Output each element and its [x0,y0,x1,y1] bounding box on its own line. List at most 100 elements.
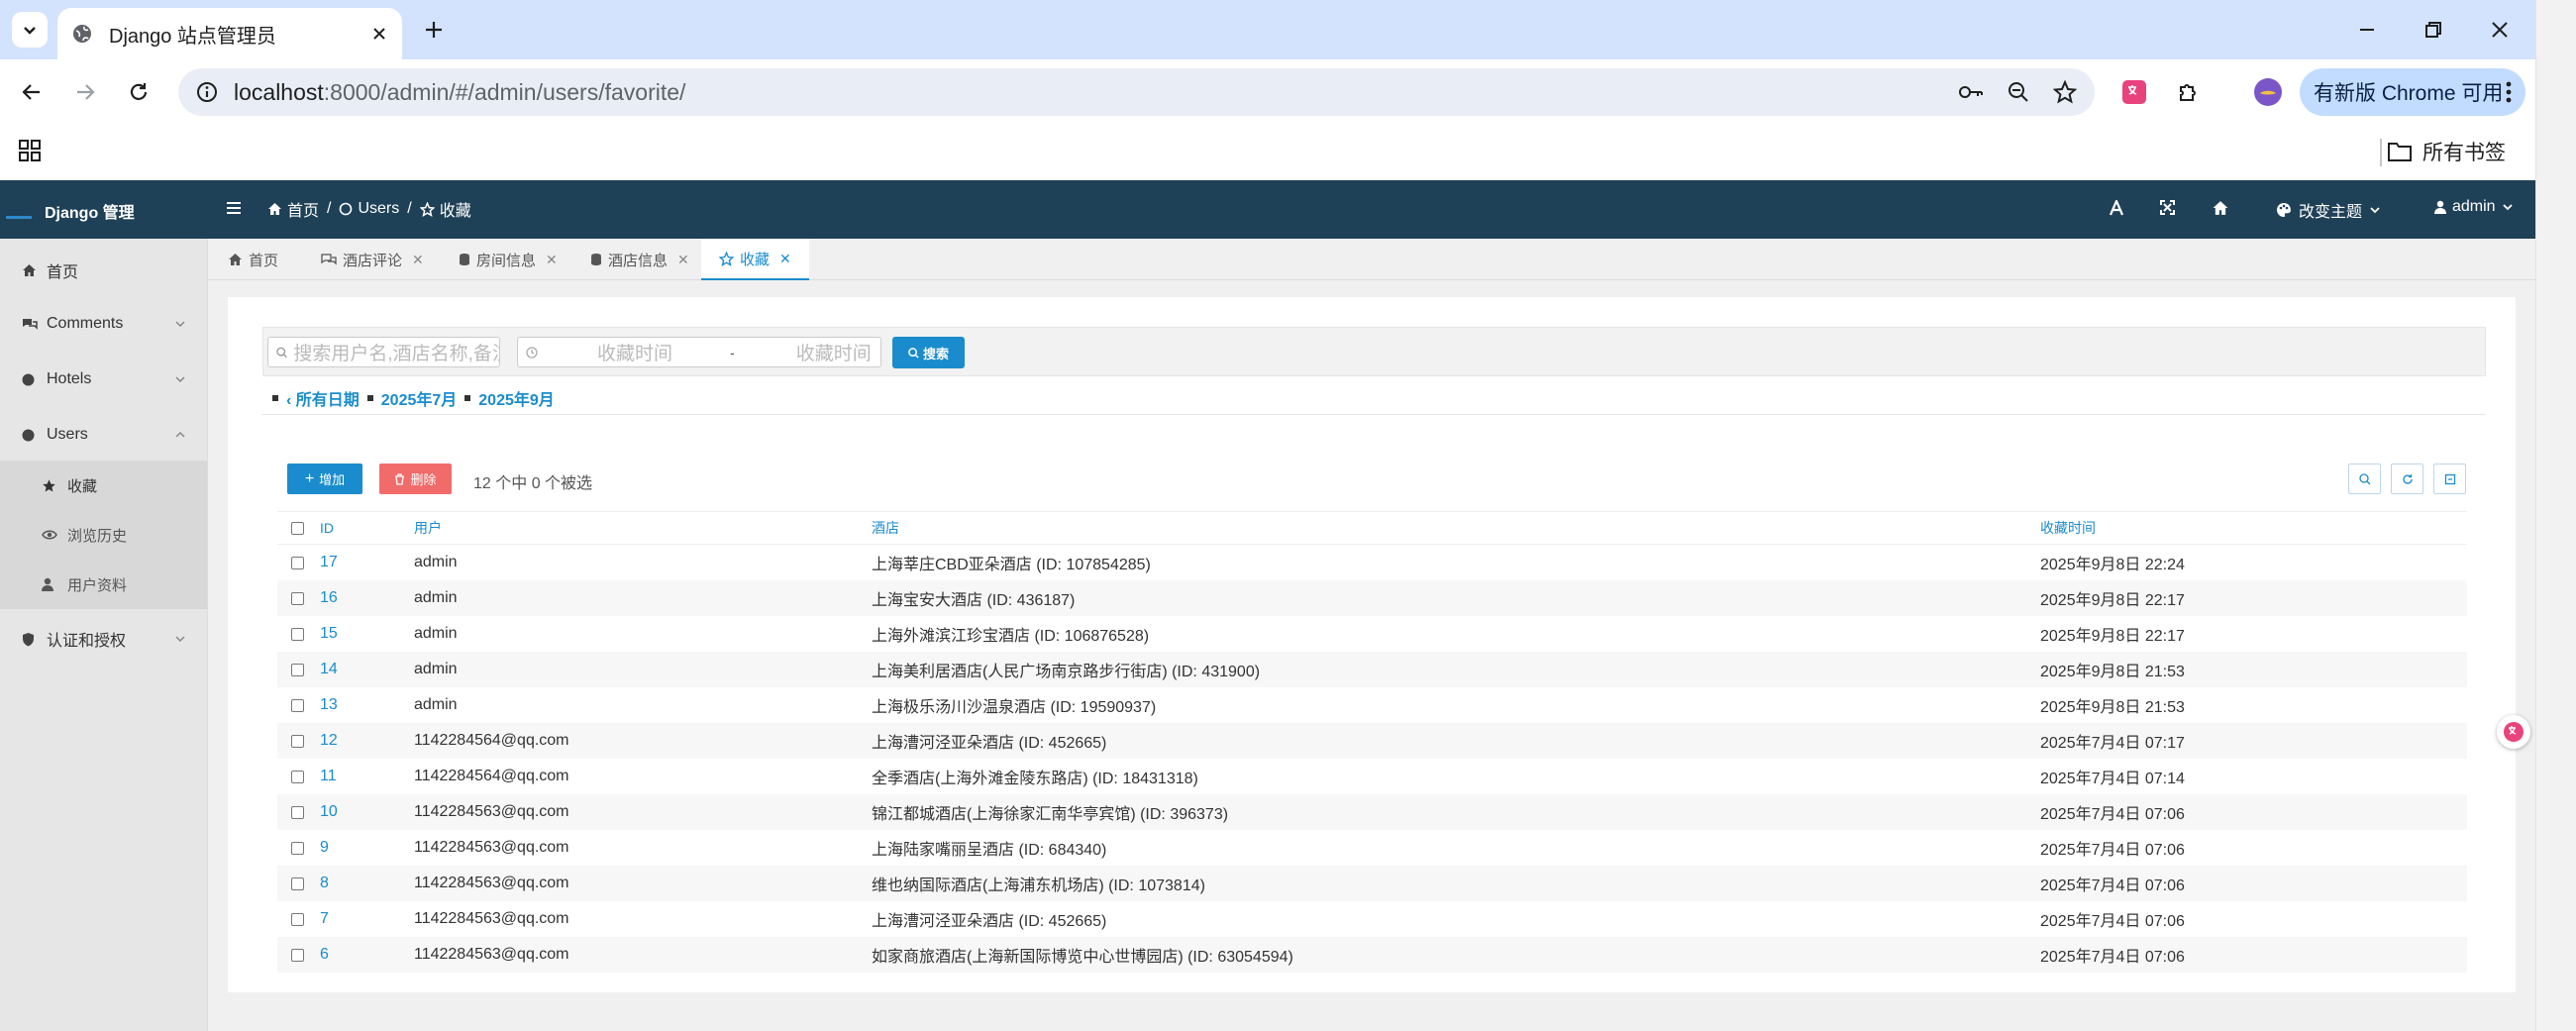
close-icon[interactable] [370,25,388,43]
row-checkbox[interactable] [277,759,317,794]
row-id-link[interactable]: 7 [320,901,329,937]
home-icon [2213,201,2228,215]
row-hotel: 上海漕河泾亚朵酒店 (ID: 452665) [872,913,1107,930]
theme-menu-button[interactable]: 改变主题 [2276,198,2381,222]
user-icon [2434,200,2446,214]
search-toggle-button[interactable] [2348,464,2381,494]
date-all-link[interactable]: ‹ 所有日期 [286,386,360,410]
tab-home[interactable]: 首页 [228,239,278,280]
star-icon[interactable] [2053,80,2077,104]
sidebar-item-comments[interactable]: Comments [0,298,207,350]
row-id-link[interactable]: 11 [320,759,337,794]
profile-avatar[interactable] [2248,72,2288,112]
date-range-input[interactable]: 收藏时间 - 收藏时间 [517,337,881,367]
row-checkbox[interactable] [277,723,317,759]
row-checkbox[interactable] [277,901,317,937]
row-checkbox[interactable] [277,794,317,830]
select-all-checkbox[interactable] [277,512,317,544]
translate-extension-button[interactable] [2114,72,2154,112]
page-scrollbar[interactable] [2535,0,2576,1031]
back-button[interactable] [12,72,52,112]
breadcrumb-home[interactable]: 首页 [267,197,319,221]
row-checkbox[interactable] [277,687,317,723]
minimize-button[interactable] [2337,8,2397,52]
circle-icon [340,202,353,216]
column-header-time[interactable]: 收藏时间 [2040,512,2096,544]
row-checkbox[interactable] [277,580,317,616]
column-header-user[interactable]: 用户 [414,512,442,544]
tab-close-icon[interactable]: ✕ [546,252,558,268]
apps-button[interactable] [18,139,42,162]
row-checkbox[interactable] [277,937,317,973]
sidebar-item-hotels[interactable]: Hotels [0,354,207,405]
forward-button[interactable] [65,72,105,112]
tab-favorite[interactable]: 收藏 ✕ [701,239,809,280]
palette-icon [2277,203,2291,217]
tab-search-button[interactable] [12,12,48,48]
row-checkbox[interactable] [277,545,317,580]
translate-float-button[interactable] [2497,715,2530,749]
tab-hotel-info[interactable]: 酒店信息 ✕ [590,239,689,280]
chevron-up-icon [175,431,185,438]
new-tab-button[interactable] [416,12,452,48]
tab-room-info[interactable]: 房间信息 ✕ [459,239,558,280]
column-header-hotel[interactable]: 酒店 [872,512,899,544]
date-month-link[interactable]: 2025年7月 [381,386,458,410]
row-checkbox[interactable] [277,866,317,901]
all-bookmarks-button[interactable]: 所有书签 [2387,137,2506,166]
reload-button[interactable] [119,72,158,112]
row-checkbox[interactable] [277,830,317,866]
sidebar-item-users[interactable]: Users [0,409,207,461]
search-input[interactable]: 搜索用户名,酒店名称,备注 [267,337,500,367]
column-header-id[interactable]: ID [320,512,334,544]
tab-close-icon[interactable]: ✕ [677,252,689,268]
minimize-icon [2360,29,2374,31]
row-id-link[interactable]: 8 [320,866,329,901]
row-checkbox[interactable] [277,652,317,687]
row-id-link[interactable]: 9 [320,830,329,866]
tab-close-icon[interactable]: ✕ [412,252,424,268]
sidebar-item-home[interactable]: 首页 [0,245,207,296]
refresh-button[interactable] [2391,464,2423,494]
sidebar-sub-profile[interactable]: 用户资料 [0,560,207,609]
sidebar-sub-favorite[interactable]: 收藏 [0,461,207,510]
fullscreen-button[interactable] [2160,200,2175,215]
row-id-link[interactable]: 12 [320,723,338,759]
menu-toggle-button[interactable] [226,200,242,216]
breadcrumb-users[interactable]: Users [339,200,399,218]
close-window-button[interactable] [2470,8,2529,52]
search-button[interactable]: 搜索 [892,337,965,368]
site-info-icon[interactable] [196,81,218,103]
add-button[interactable]: + 增加 [287,464,362,494]
row-id-link[interactable]: 17 [320,545,338,580]
extensions-button[interactable] [2169,72,2209,112]
date-month-link[interactable]: 2025年9月 [478,386,555,410]
font-size-button[interactable] [2110,200,2123,216]
row-id-link[interactable]: 10 [320,794,338,830]
zoom-icon[interactable] [2008,81,2029,103]
row-id-link[interactable]: 15 [320,616,338,652]
sidebar-sub-label: 收藏 [67,477,98,495]
browser-tab-active[interactable]: Django 站点管理员 [57,8,402,59]
row-id-link[interactable]: 6 [320,937,329,973]
export-button[interactable] [2433,464,2466,494]
chrome-update-button[interactable]: 有新版 Chrome 可用 [2300,68,2525,116]
row-user: 1142284564@qq.com [414,768,569,784]
address-bar[interactable]: localhost:8000/admin/#/admin/users/favor… [178,68,2095,116]
restore-button[interactable] [2404,8,2463,52]
url-text[interactable]: localhost:8000/admin/#/admin/users/favor… [234,79,1934,106]
user-menu-button[interactable]: admin [2434,198,2514,216]
row-checkbox[interactable] [277,616,317,652]
home-link-button[interactable] [2212,200,2229,216]
row-id-link[interactable]: 13 [320,687,338,723]
row-id-link[interactable]: 16 [320,580,338,616]
row-id-link[interactable]: 14 [320,652,338,687]
table-row: 15 admin 上海外滩滨江珍宝酒店 (ID: 106876528) 2025年9月… [277,616,2467,652]
sidebar-sub-history[interactable]: 浏览历史 [0,510,207,560]
site-brand[interactable]: Django 管理 [45,199,135,223]
delete-button[interactable]: 删除 [379,464,452,494]
tab-close-icon[interactable]: ✕ [779,251,791,267]
tab-hotel-comments[interactable]: 酒店评论 ✕ [321,239,424,280]
sidebar-item-auth[interactable]: 认证和授权 [0,613,207,665]
key-icon[interactable] [1958,81,1984,103]
